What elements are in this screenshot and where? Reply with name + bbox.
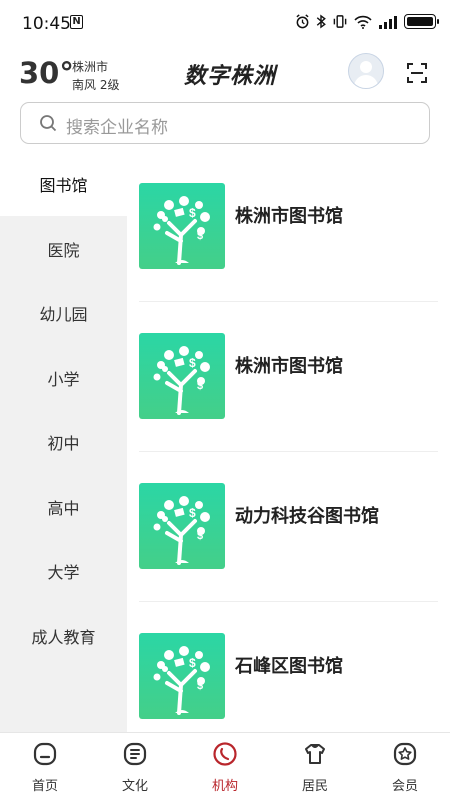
institution-icon — [213, 742, 237, 766]
tab-label: 机构 — [211, 779, 238, 794]
svg-text:$: $ — [189, 356, 196, 370]
institution-name: 动力科技谷图书馆 — [235, 506, 379, 527]
home-icon — [33, 742, 57, 766]
weather-wind: 南风 2级 — [72, 78, 120, 92]
avatar-head — [360, 61, 372, 73]
sidebar-item[interactable]: 成人教育 — [0, 604, 127, 668]
institution-list: $ $ 株洲市图书馆 $ $ 株洲市图书馆 $ $ 动力科技谷图书馆 $ $ 石峰区图书馆 — [127, 152, 450, 732]
svg-text:$: $ — [189, 206, 196, 220]
tab-label: 文化 — [121, 779, 148, 794]
member-icon — [393, 742, 417, 766]
sidebar-item[interactable]: 小学 — [0, 346, 127, 410]
svg-text:$: $ — [197, 680, 203, 692]
svg-text:$: $ — [189, 656, 196, 670]
search-input[interactable]: 搜索企业名称 — [66, 113, 168, 138]
wifi-icon — [354, 15, 372, 29]
status-bar: 10:45 N — [0, 0, 450, 48]
tab-member[interactable]: 会员 — [360, 733, 450, 801]
search-bar[interactable]: 搜索企业名称 — [20, 102, 430, 144]
app-logo-title: 数字株洲 — [184, 63, 277, 89]
library-tree-icon: $ $ — [139, 483, 225, 569]
avatar-body — [354, 75, 378, 88]
tab-label: 会员 — [391, 779, 418, 794]
institution-name: 石峰区图书馆 — [235, 656, 343, 677]
bluetooth-icon — [316, 14, 326, 29]
library-tree-icon: $ $ — [139, 183, 225, 269]
tab-culture[interactable]: 文化 — [90, 733, 180, 801]
tab-home[interactable]: 首页 — [0, 733, 90, 801]
weather-city: 株洲市 — [72, 60, 109, 74]
svg-text:$: $ — [189, 506, 196, 520]
institution-name: 株洲市图书馆 — [235, 206, 343, 227]
tab-institution[interactable]: 机构 — [180, 733, 270, 801]
status-icons — [295, 14, 439, 29]
tab-label: 居民 — [301, 779, 328, 794]
battery-icon — [404, 14, 439, 29]
svg-text:$: $ — [197, 530, 203, 542]
alarm-icon — [296, 14, 309, 29]
institution-name: 株洲市图书馆 — [235, 356, 343, 377]
library-tree-icon: $ $ — [139, 633, 225, 719]
top-header: 30° 株洲市 南风 2级 数字株洲 — [0, 48, 450, 98]
sidebar-item[interactable]: 图书馆 — [0, 152, 127, 216]
vibrate-icon — [333, 15, 347, 28]
status-time: 10:45 — [22, 14, 71, 34]
nfc-icon: N — [70, 15, 83, 29]
user-avatar[interactable] — [348, 53, 384, 89]
bottom-tab-bar: 首页 文化 机构 居民 会员 — [0, 732, 450, 800]
scan-icon[interactable] — [406, 62, 428, 84]
weather-temperature: 30° — [19, 56, 74, 90]
institution-card[interactable]: $ $ 动力科技谷图书馆 — [127, 452, 450, 602]
sidebar-item[interactable]: 高中 — [0, 475, 127, 539]
culture-icon — [123, 742, 147, 766]
resident-icon — [305, 744, 325, 764]
institution-card[interactable]: $ $ 石峰区图书馆 — [127, 602, 450, 732]
tab-label: 首页 — [31, 779, 58, 794]
svg-text:$: $ — [197, 380, 203, 392]
library-tree-icon: $ $ — [139, 333, 225, 419]
institution-card[interactable]: $ $ 株洲市图书馆 — [127, 302, 450, 452]
sidebar-item[interactable]: 幼儿园 — [0, 281, 127, 345]
sidebar-item[interactable]: 大学 — [0, 539, 127, 603]
signal-icon — [379, 15, 397, 29]
category-sidebar: 图书馆 医院 幼儿园 小学 初中 高中 大学 成人教育 — [0, 152, 127, 732]
sidebar-item[interactable]: 医院 — [0, 217, 127, 281]
institution-card[interactable]: $ $ 株洲市图书馆 — [127, 152, 450, 302]
search-icon — [40, 115, 57, 132]
tab-resident[interactable]: 居民 — [270, 733, 360, 801]
svg-text:$: $ — [197, 230, 203, 242]
sidebar-item[interactable]: 初中 — [0, 410, 127, 474]
